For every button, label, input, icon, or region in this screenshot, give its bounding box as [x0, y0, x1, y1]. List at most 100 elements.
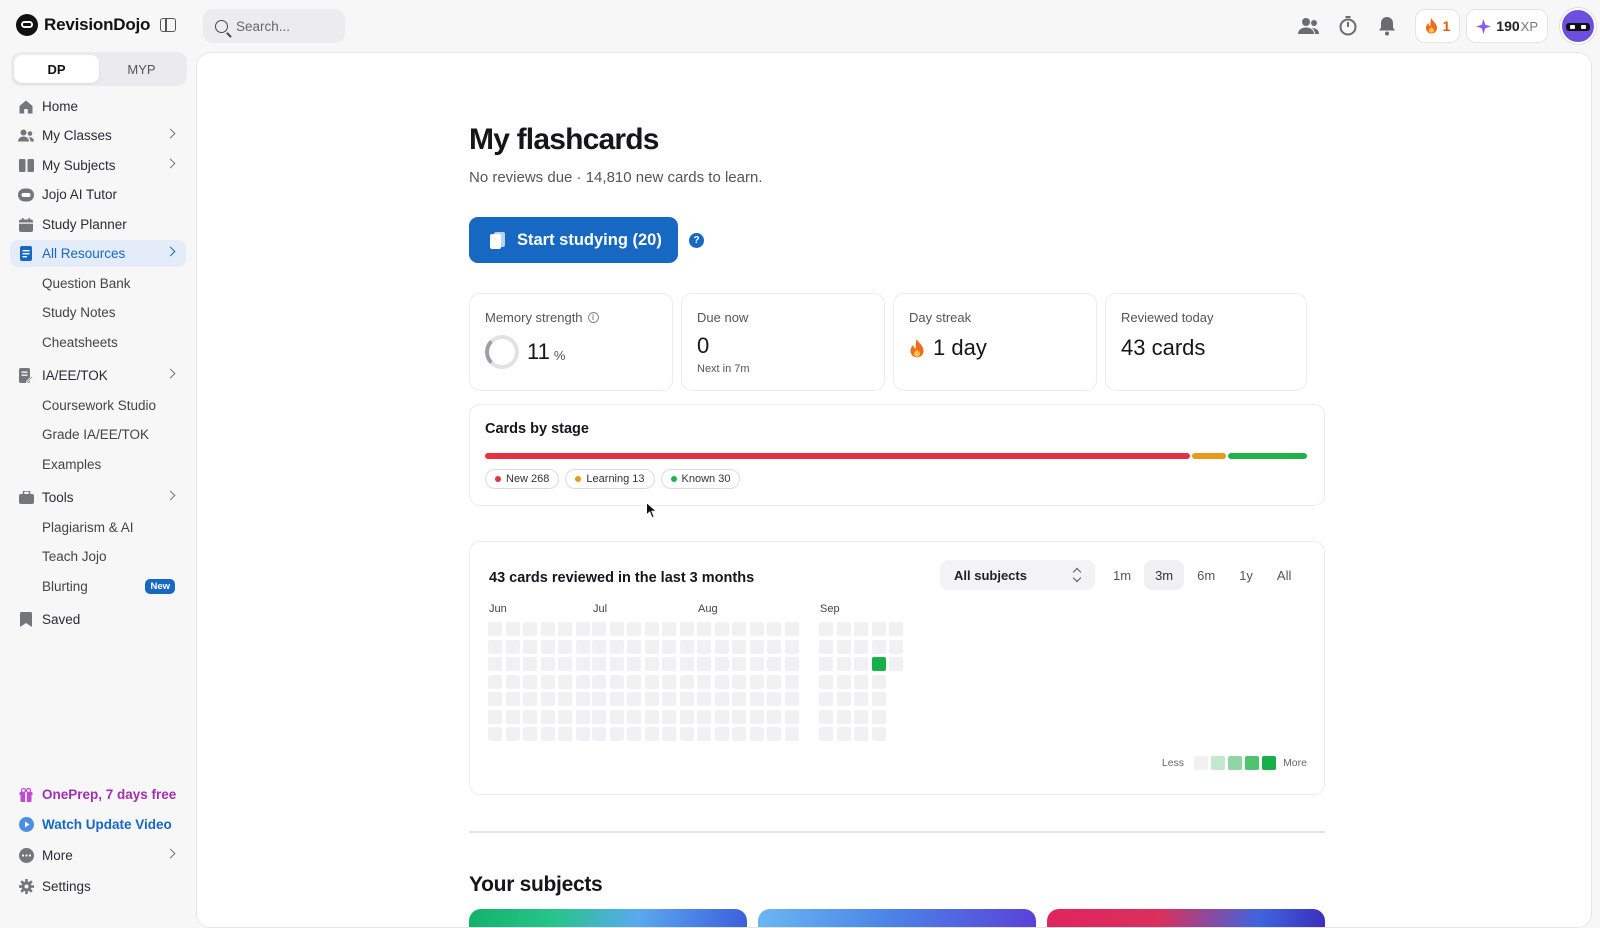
- heatmap-cell: [558, 709, 572, 724]
- heatmap-cell: [662, 692, 676, 706]
- subject-select[interactable]: All subjects: [940, 560, 1095, 590]
- stage-chip[interactable]: New 268: [485, 469, 560, 489]
- stage-chip[interactable]: Learning 13: [565, 469, 655, 489]
- heatmap-cell: [732, 709, 746, 724]
- subject-card[interactable]: [758, 909, 1036, 927]
- chevron-up-down-icon: [1073, 568, 1081, 582]
- subject-card[interactable]: [469, 909, 747, 927]
- heatmap-cell: [819, 692, 833, 706]
- tab-myp[interactable]: MYP: [99, 55, 184, 83]
- streak-pill[interactable]: 1: [1414, 9, 1461, 43]
- sidebar-item-all-resources[interactable]: All Resources: [10, 240, 186, 267]
- heatmap-cell: [836, 622, 851, 636]
- user-avatar[interactable]: [1560, 8, 1596, 44]
- heatmap-cell: [627, 639, 641, 654]
- sidebar-item-settings[interactable]: Settings: [10, 873, 186, 900]
- legend-swatch: [1245, 756, 1260, 770]
- heatmap-cell: [749, 622, 764, 636]
- heatmap-cell: [488, 727, 502, 741]
- sidebar-item-examples[interactable]: Examples: [10, 451, 186, 478]
- range-tab-6m[interactable]: 6m: [1186, 560, 1226, 590]
- range-tab-all[interactable]: All: [1266, 560, 1302, 590]
- heatmap-cell: [889, 622, 903, 636]
- activity-heatmap: [488, 622, 918, 746]
- toolbox-icon: [18, 490, 34, 506]
- heatmap-cell: [505, 727, 520, 741]
- xp-pill[interactable]: 190 XP: [1466, 9, 1548, 43]
- heatmap-cell: [575, 622, 590, 636]
- heatmap-cell: [505, 657, 520, 671]
- heatmap-cell: [575, 709, 590, 724]
- info-icon[interactable]: i: [587, 312, 599, 323]
- heatmap-cell: [732, 674, 746, 689]
- stage-title: Cards by stage: [485, 421, 589, 437]
- stat-label: Due now: [697, 310, 749, 325]
- heatmap-cell: [819, 709, 833, 724]
- heatmap-cell: [575, 639, 590, 654]
- sidebar-item-tools[interactable]: Tools: [10, 484, 186, 511]
- search-box[interactable]: [203, 9, 345, 43]
- heatmap-cell: [592, 709, 606, 724]
- play-icon: [18, 817, 34, 833]
- stage-chip[interactable]: Known 30: [660, 469, 741, 489]
- heatmap-cell: [505, 692, 520, 706]
- memory-ring-icon: [485, 335, 519, 369]
- sidebar-item-oneprep-promo[interactable]: OnePrep, 7 days free: [10, 781, 186, 808]
- app-name: RevisionDojo: [44, 15, 151, 34]
- heatmap-cell: [488, 639, 502, 654]
- heatmap-cell: [609, 657, 624, 671]
- search-input[interactable]: [236, 18, 326, 34]
- sidebar-item-home[interactable]: Home: [10, 93, 186, 120]
- gift-icon: [18, 787, 34, 803]
- start-studying-button[interactable]: Start studying (20): [469, 217, 678, 263]
- app-logo[interactable]: RevisionDojo: [16, 14, 150, 36]
- heatmap-cell: [714, 622, 729, 636]
- help-icon[interactable]: ?: [689, 233, 704, 248]
- sidebar-item-grade-ia-ee-tok[interactable]: Grade IA/EE/TOK: [10, 421, 186, 448]
- heatmap-cell: [558, 622, 572, 636]
- heatmap-cell: [714, 674, 729, 689]
- sidebar-item-ia-ee-tok[interactable]: IA/EE/TOK: [10, 362, 186, 389]
- sidebar-item-jojo-ai-tutor[interactable]: Jojo AI Tutor: [10, 181, 186, 208]
- heatmap-cell: [732, 639, 746, 654]
- sidebar-item-coursework-studio[interactable]: Coursework Studio: [10, 392, 186, 419]
- range-tab-1m[interactable]: 1m: [1102, 560, 1142, 590]
- chevron-right-icon: [165, 848, 176, 859]
- heatmap-cell: [558, 639, 572, 654]
- heatmap-cell: [854, 674, 868, 689]
- subject-card[interactable]: [1047, 909, 1325, 927]
- sidebar-item-question-bank[interactable]: Question Bank: [10, 270, 186, 297]
- sidebar-item-cheatsheets[interactable]: Cheatsheets: [10, 329, 186, 356]
- sidebar-toggle-icon[interactable]: [160, 18, 176, 32]
- heatmap-cell: [714, 727, 729, 741]
- bell-icon[interactable]: [1376, 15, 1398, 37]
- heatmap-cell: [609, 692, 624, 706]
- sidebar-item-my-subjects[interactable]: My Subjects: [10, 152, 186, 179]
- stage-chip-label: Known 30: [681, 473, 731, 485]
- heatmap-cell: [592, 657, 606, 671]
- heatmap-cell: [662, 727, 676, 741]
- tab-dp[interactable]: DP: [14, 55, 99, 83]
- heatmap-cell: [784, 709, 799, 724]
- range-tab-3m[interactable]: 3m: [1144, 560, 1185, 590]
- heatmap-cell: [871, 709, 886, 724]
- sidebar-item-more[interactable]: More: [10, 842, 186, 869]
- friends-icon[interactable]: [1297, 15, 1320, 37]
- sidebar-item-blurting[interactable]: Blurting New: [10, 573, 186, 600]
- heatmap-cell: [749, 674, 764, 689]
- sidebar-item-teach-jojo[interactable]: Teach Jojo: [10, 543, 186, 570]
- timer-icon[interactable]: [1337, 15, 1359, 37]
- sidebar-item-saved[interactable]: Saved: [10, 606, 186, 633]
- heatmap-cell: [714, 657, 729, 671]
- page-title: My flashcards: [469, 123, 659, 156]
- sidebar-item-watch-update-video[interactable]: Watch Update Video: [10, 811, 186, 838]
- sidebar-item-my-classes[interactable]: My Classes: [10, 122, 186, 149]
- range-tab-1y[interactable]: 1y: [1228, 560, 1264, 590]
- sidebar-item-plagiarism-ai[interactable]: Plagiarism & AI: [10, 514, 186, 541]
- sidebar-item-study-notes[interactable]: Study Notes: [10, 299, 186, 326]
- heatmap-cell: [505, 674, 520, 689]
- sidebar-item-study-planner[interactable]: Study Planner: [10, 211, 186, 238]
- heatmap-cell: [505, 622, 520, 636]
- heatmap-cell: [540, 639, 555, 654]
- heatmap-cell: [627, 709, 641, 724]
